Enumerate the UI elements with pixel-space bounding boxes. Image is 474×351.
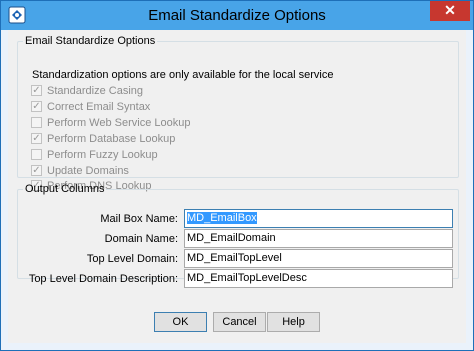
option-label: Standardize Casing <box>47 85 144 97</box>
mail-box-name-label: Mail Box Name: <box>100 213 178 225</box>
close-icon: ✕ <box>444 2 456 18</box>
option-label: Perform Web Service Lookup <box>47 117 191 129</box>
top-level-domain-description-label: Top Level Domain Description: <box>28 273 178 285</box>
window-title: Email Standardize Options <box>148 7 326 24</box>
option-label: Perform Database Lookup <box>47 133 176 145</box>
standardize-options-legend: Email Standardize Options <box>25 35 156 47</box>
checkbox-perform-database-lookup: ✓ <box>31 133 42 144</box>
top-level-domain-description-value: MD_EmailTopLevelDesc <box>187 272 307 284</box>
close-button[interactable]: ✕ <box>430 1 470 21</box>
top-level-domain-input[interactable]: MD_EmailTopLevel <box>184 249 453 268</box>
help-button[interactable]: Help <box>267 312 320 332</box>
option-label: Update Domains <box>47 165 129 177</box>
mail-box-name-input[interactable]: MD_EmailBox <box>184 209 453 228</box>
option-label: Perform Fuzzy Lookup <box>47 149 158 161</box>
domain-name-label: Domain Name: <box>104 233 178 245</box>
cancel-button[interactable]: Cancel <box>213 312 266 332</box>
checkbox-update-domains: ✓ <box>31 165 42 176</box>
top-level-domain-description-input[interactable]: MD_EmailTopLevelDesc <box>184 269 453 288</box>
top-level-domain-label: Top Level Domain: <box>86 253 178 265</box>
output-columns-legend: Output Columns <box>25 183 105 195</box>
domain-name-value: MD_EmailDomain <box>187 232 276 244</box>
checkbox-correct-email-syntax: ✓ <box>31 101 42 112</box>
domain-name-input[interactable]: MD_EmailDomain <box>184 229 453 248</box>
title-bar[interactable]: Email Standardize Options ✕ <box>1 1 473 30</box>
top-level-domain-value: MD_EmailTopLevel <box>187 252 282 264</box>
mail-box-name-value: MD_EmailBox <box>187 212 257 224</box>
local-service-note: Standardization options are only availab… <box>32 69 334 81</box>
checkbox-perform-fuzzy-lookup <box>31 149 42 160</box>
output-columns-group: Output Columns Mail Box Name: MD_EmailBo… <box>17 183 459 288</box>
checkbox-standardize-casing: ✓ <box>31 85 42 96</box>
dialog-client-area: Email Standardize Options Standardizatio… <box>8 30 466 343</box>
standardize-options-group: Email Standardize Options Standardizatio… <box>17 35 459 192</box>
checkbox-perform-web-service-lookup <box>31 117 42 128</box>
ok-button[interactable]: OK <box>154 312 207 332</box>
option-label: Correct Email Syntax <box>47 101 151 113</box>
dialog-window: Email Standardize Options ✕ Email Standa… <box>0 0 474 351</box>
